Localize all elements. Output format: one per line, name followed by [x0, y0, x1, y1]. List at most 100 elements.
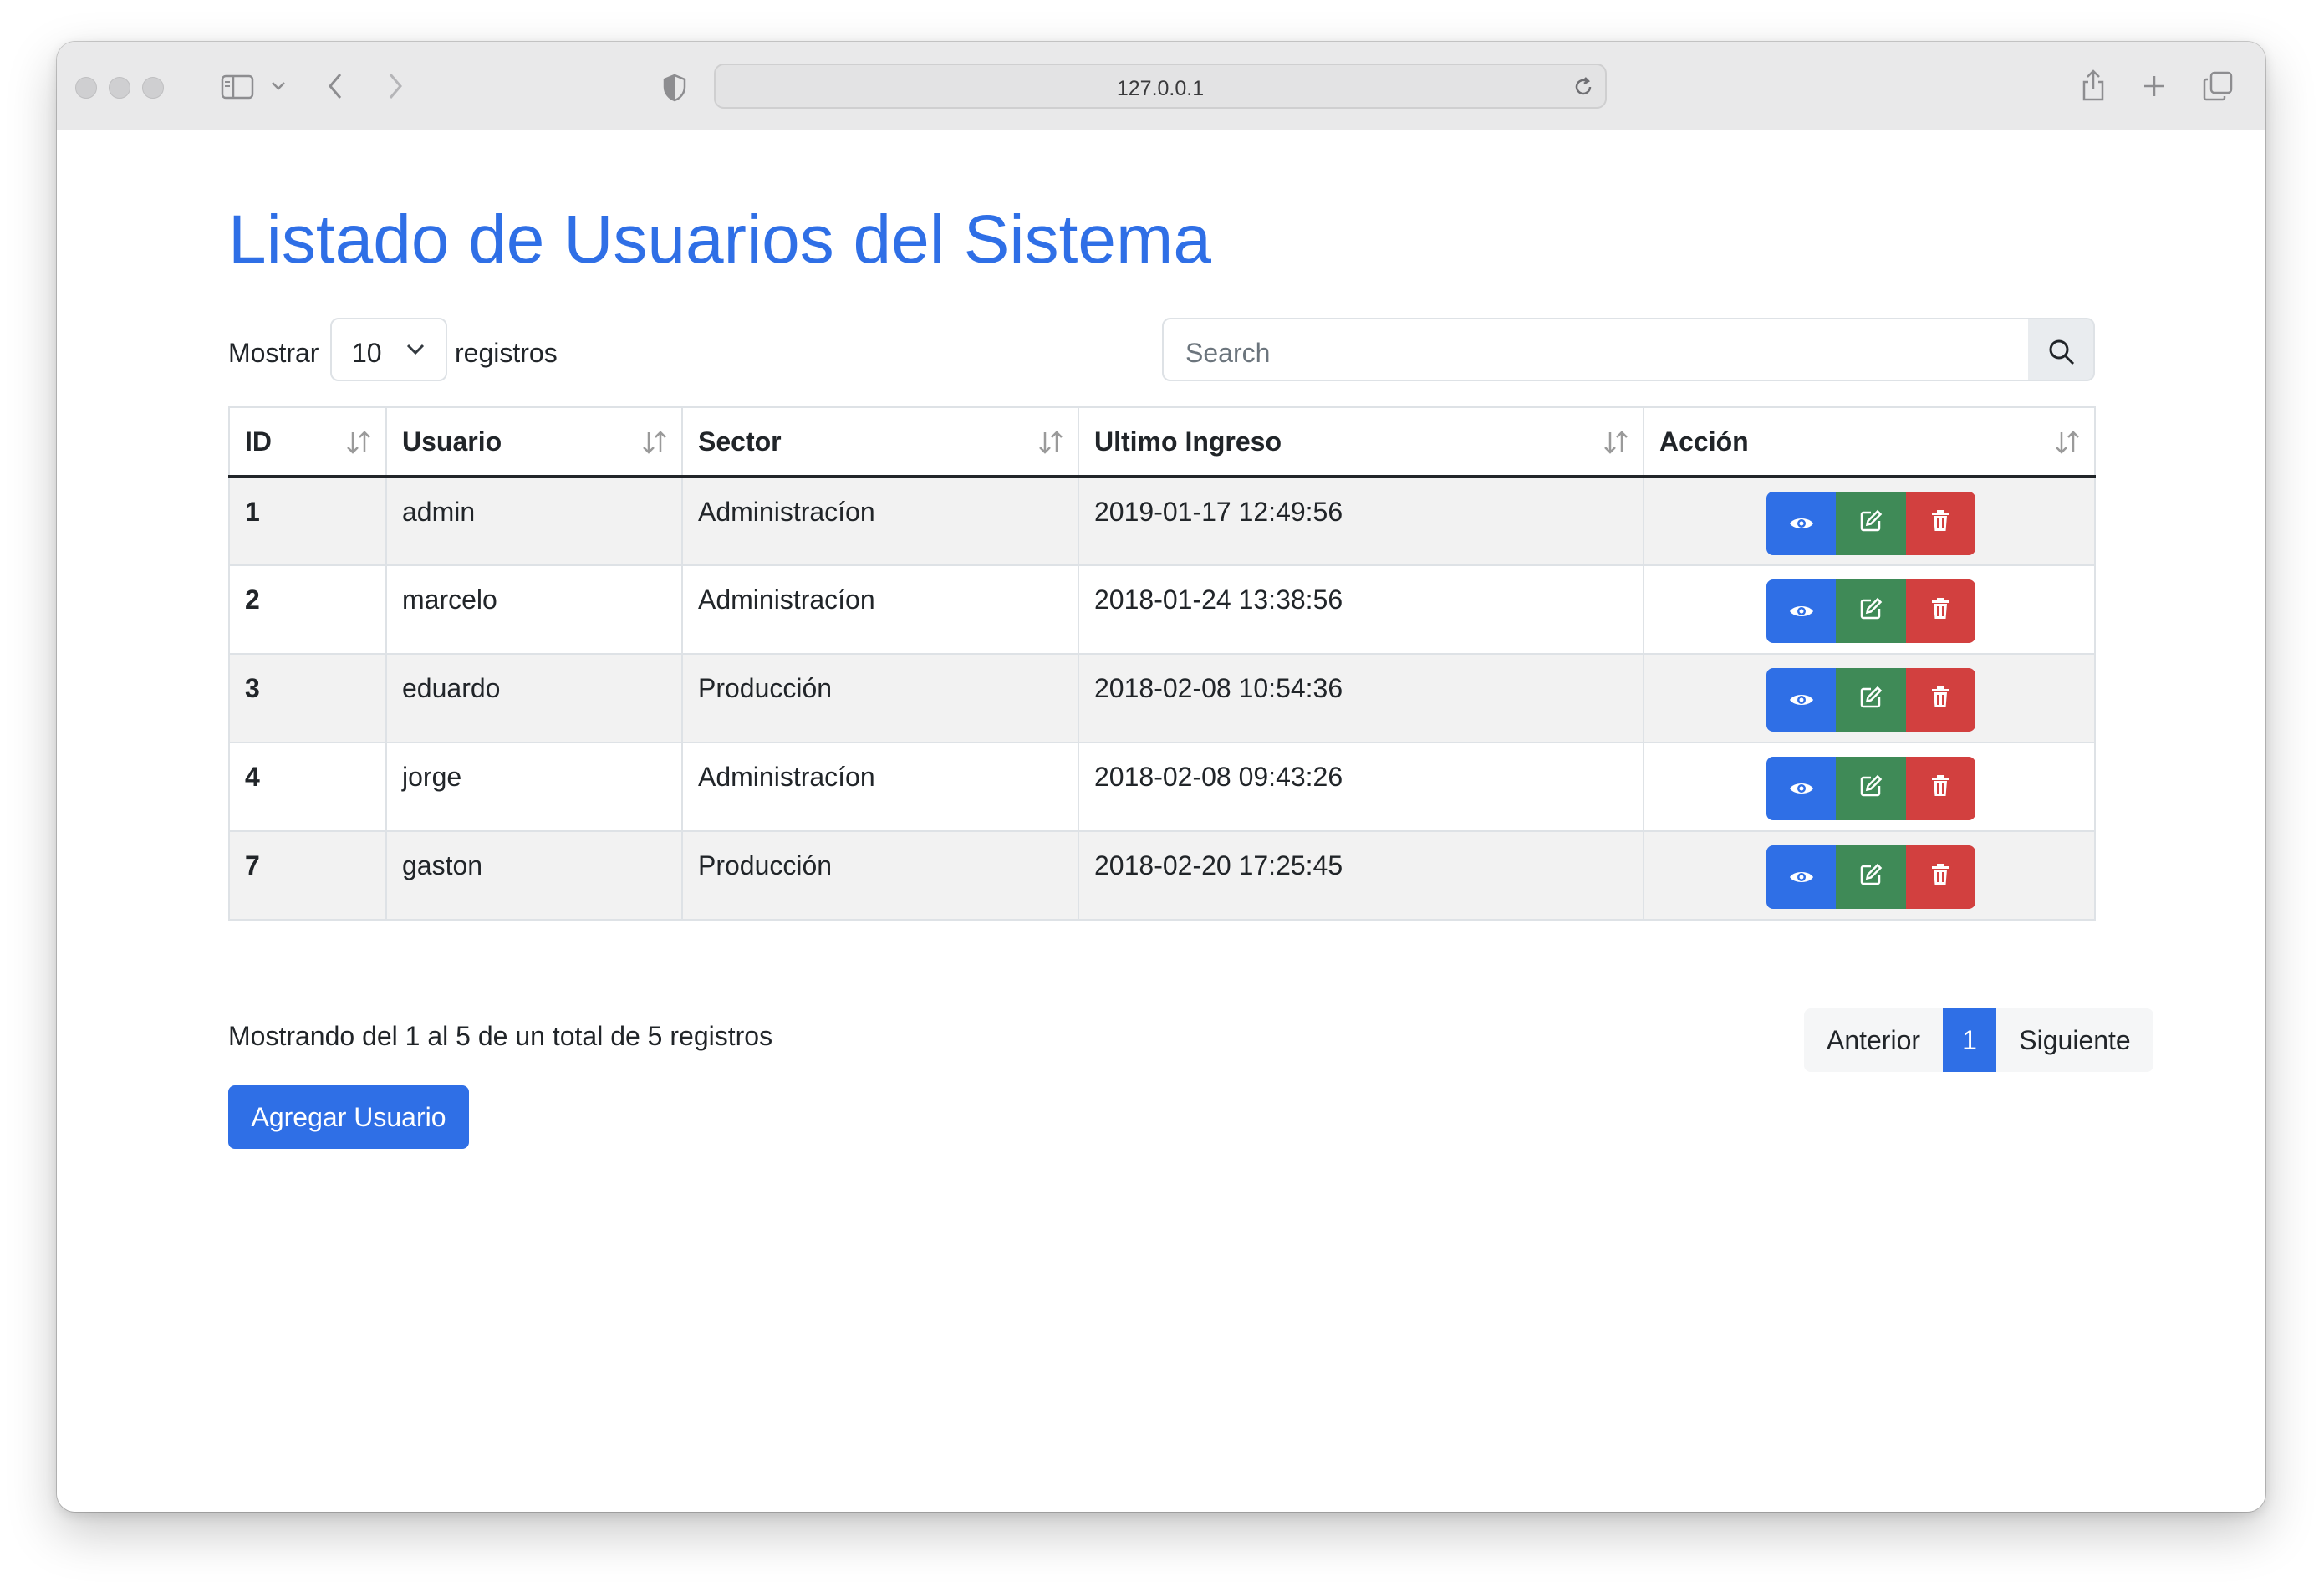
pagination-next-button[interactable]: Siguiente	[1996, 1008, 2153, 1072]
tab-overview-icon[interactable]	[2202, 70, 2234, 102]
privacy-shield-icon[interactable]	[662, 74, 687, 102]
cell-usuario: admin	[385, 476, 683, 566]
search-input[interactable]: Search	[1162, 318, 2030, 381]
edit-button[interactable]	[1836, 579, 1906, 643]
column-header-usuario[interactable]: Usuario	[385, 406, 683, 478]
trash-icon	[1930, 862, 1950, 893]
cell-usuario: gaston	[385, 830, 683, 921]
sort-icon	[641, 430, 668, 462]
forward-icon[interactable]	[386, 72, 405, 100]
action-button-group	[1766, 757, 1975, 820]
table-row: 7 gaston Producción 2018-02-20 17:25:45	[228, 830, 2096, 921]
view-button[interactable]	[1766, 668, 1837, 732]
trash-icon	[1930, 508, 1950, 539]
cell-sector: Administracíon	[681, 476, 1079, 566]
view-button[interactable]	[1766, 579, 1837, 643]
sort-icon	[2054, 430, 2081, 462]
edit-button[interactable]	[1836, 845, 1906, 909]
delete-button[interactable]	[1905, 492, 1975, 555]
view-button[interactable]	[1766, 757, 1837, 820]
delete-button[interactable]	[1905, 845, 1975, 909]
actions-container	[1659, 668, 2079, 742]
new-tab-icon[interactable]	[2142, 74, 2167, 99]
table-row: 3 eduardo Producción 2018-02-08 10:54:36	[228, 653, 2096, 743]
eye-icon	[1788, 862, 1815, 893]
table-row: 2 marcelo Administracíon 2018-01-24 13:38:5…	[228, 564, 2096, 655]
cell-usuario: marcelo	[385, 564, 683, 655]
cell-ultimo-ingreso: 2018-02-08 09:43:26	[1078, 742, 1644, 832]
cell-accion	[1643, 742, 2096, 832]
sidebar-icon[interactable]	[221, 74, 254, 100]
delete-button[interactable]	[1905, 579, 1975, 643]
column-header-sector[interactable]: Sector	[681, 406, 1079, 478]
cell-sector: Producción	[681, 830, 1079, 921]
sort-icon	[1037, 430, 1064, 462]
close-window-button[interactable]	[75, 77, 97, 99]
action-button-group	[1766, 492, 1975, 555]
chevron-down-icon	[405, 343, 426, 360]
view-button[interactable]	[1766, 492, 1837, 555]
url-text: 127.0.0.1	[1116, 77, 1205, 100]
trash-icon	[1930, 596, 1950, 627]
cell-sector: Administracíon	[681, 564, 1079, 655]
actions-container	[1659, 845, 2079, 919]
add-user-button[interactable]: Agregar Usuario	[228, 1085, 469, 1149]
table-row: 4 jorge Administracíon 2018-02-08 09:43:26	[228, 742, 2096, 832]
table-body: 1 admin Administracíon 2019-01-17 12:49:56 2…	[228, 476, 2096, 921]
actions-container	[1659, 492, 2079, 564]
cell-accion	[1643, 830, 2096, 921]
cell-ultimo-ingreso: 2018-01-24 13:38:56	[1078, 564, 1644, 655]
page-content: Listado de Usuarios del Sistema Mostrar …	[57, 130, 2265, 1512]
actions-container	[1659, 579, 2079, 653]
actions-container	[1659, 757, 2079, 830]
share-icon[interactable]	[2080, 69, 2107, 102]
edit-icon	[1859, 862, 1883, 893]
cell-accion	[1643, 653, 2096, 743]
column-header-ultimo-ingreso[interactable]: Ultimo Ingreso	[1078, 406, 1644, 478]
action-button-group	[1766, 579, 1975, 643]
browser-window: 127.0.0.1 Listado de Usuarios del Sistem…	[57, 42, 2265, 1512]
users-table: ID Usuario Sector Ultimo Ingreso Acción …	[228, 406, 2096, 921]
cell-id: 2	[228, 564, 387, 655]
eye-icon	[1788, 596, 1815, 627]
cell-ultimo-ingreso: 2019-01-17 12:49:56	[1078, 476, 1644, 566]
view-button[interactable]	[1766, 845, 1837, 909]
page-title: Listado de Usuarios del Sistema	[228, 202, 1211, 278]
column-header-id[interactable]: ID	[228, 406, 387, 478]
cell-accion	[1643, 476, 2096, 566]
pagination-previous-button[interactable]: Anterior	[1804, 1008, 1943, 1072]
eye-icon	[1788, 773, 1815, 804]
search-button[interactable]	[2028, 318, 2095, 381]
sort-icon	[345, 430, 372, 462]
pagination-page-1[interactable]: 1	[1943, 1008, 1996, 1072]
delete-button[interactable]	[1905, 668, 1975, 732]
minimize-window-button[interactable]	[109, 77, 130, 99]
cell-id: 7	[228, 830, 387, 921]
cell-usuario: jorge	[385, 742, 683, 832]
search-placeholder: Search	[1185, 338, 1271, 368]
sort-icon	[1603, 430, 1629, 462]
pagination: Anterior 1 Siguiente	[1804, 1008, 2153, 1072]
length-prefix-label: Mostrar	[228, 338, 319, 368]
table-header-row: ID Usuario Sector Ultimo Ingreso Acción	[228, 406, 2096, 478]
page-length-select[interactable]: 10	[330, 318, 447, 381]
cell-accion	[1643, 564, 2096, 655]
action-button-group	[1766, 668, 1975, 732]
table-info-text: Mostrando del 1 al 5 de un total de 5 re…	[228, 1021, 773, 1051]
edit-button[interactable]	[1836, 668, 1906, 732]
column-header-accion[interactable]: Acción	[1643, 406, 2096, 478]
cell-id: 1	[228, 476, 387, 566]
chevron-down-icon[interactable]	[271, 80, 286, 92]
edit-button[interactable]	[1836, 757, 1906, 820]
eye-icon	[1788, 508, 1815, 539]
edit-button[interactable]	[1836, 492, 1906, 555]
back-icon[interactable]	[326, 72, 344, 100]
address-bar[interactable]: 127.0.0.1	[714, 64, 1607, 109]
delete-button[interactable]	[1905, 757, 1975, 820]
reload-icon[interactable]	[1572, 75, 1595, 99]
eye-icon	[1788, 685, 1815, 716]
cell-ultimo-ingreso: 2018-02-20 17:25:45	[1078, 830, 1644, 921]
zoom-window-button[interactable]	[142, 77, 164, 99]
length-suffix-label: registros	[455, 338, 558, 368]
table-row: 1 admin Administracíon 2019-01-17 12:49:56	[228, 476, 2096, 566]
